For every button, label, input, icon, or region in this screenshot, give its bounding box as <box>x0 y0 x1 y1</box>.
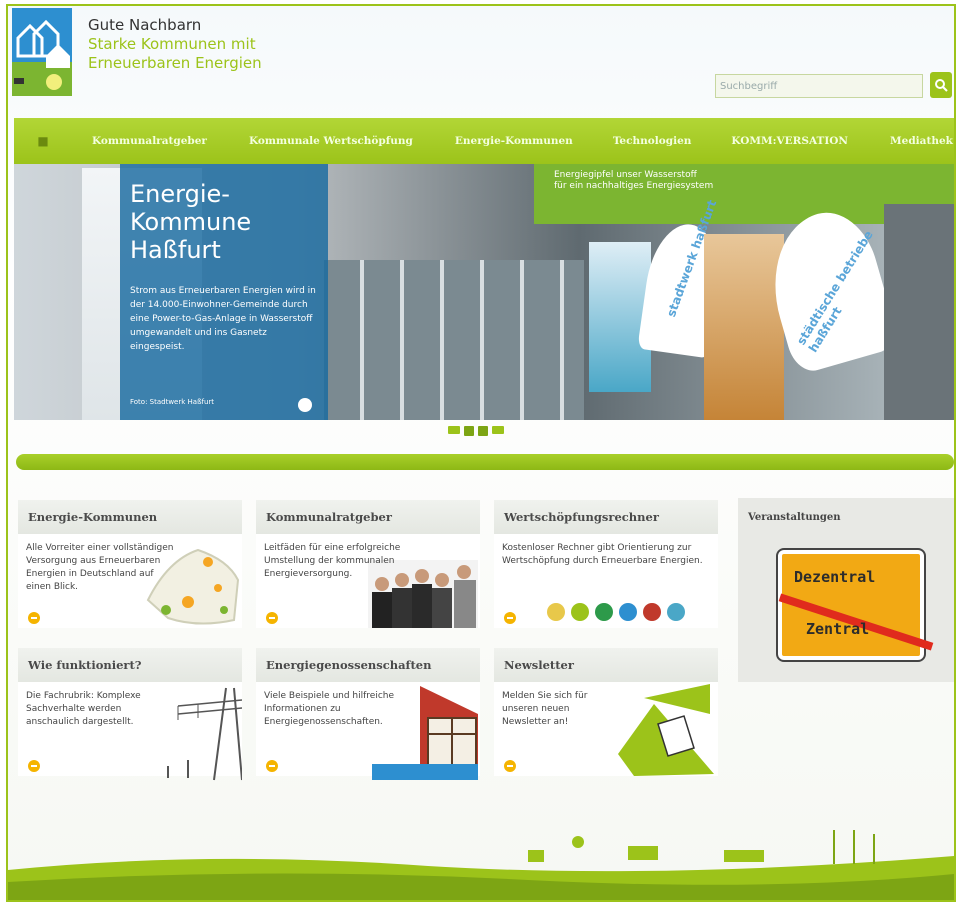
hero-image-poster <box>704 234 784 420</box>
card-wie-funktioniert[interactable]: Wie funktioniert? Die Fachrubrik: Komple… <box>18 648 242 788</box>
nav-item-mediathek[interactable]: Mediathek <box>890 135 953 147</box>
nav-item-technologien[interactable]: Technologien <box>613 135 692 147</box>
card-text: Alle Vorreiter einer vollständigen Verso… <box>26 543 174 592</box>
footer-landscape <box>8 830 954 900</box>
slider-dot[interactable] <box>492 426 504 434</box>
home-icon[interactable]: ■ <box>14 134 72 148</box>
arrow-icon[interactable] <box>266 612 278 624</box>
veranstaltungen-title: Veranstaltungen <box>748 512 841 523</box>
search-input[interactable]: Suchbegriff <box>715 74 923 98</box>
hero-headline: Energie- Kommune Haßfurt <box>130 180 252 264</box>
main-nav: ■ Kommunalratgeber Kommunale Wertschöpfu… <box>14 118 954 164</box>
arrow-icon[interactable] <box>266 760 278 772</box>
slider-dots <box>448 426 504 436</box>
search-button[interactable] <box>930 72 952 98</box>
nav-item-energie-kommunen[interactable]: Energie-Kommunen <box>455 135 573 147</box>
card-newsletter[interactable]: Newsletter Melden Sie sich für unseren n… <box>494 648 718 788</box>
arrow-icon[interactable] <box>28 612 40 624</box>
site-title[interactable]: Gute Nachbarn Starke Kommunen mit Erneue… <box>88 16 262 73</box>
site-title-line2: Starke Kommunen mit <box>88 35 256 53</box>
slider-dot[interactable] <box>464 426 474 436</box>
arrow-icon[interactable] <box>504 760 516 772</box>
veranstaltungen-box[interactable]: Veranstaltungen Dezentral Zentral <box>738 498 954 682</box>
hero-image-machine <box>324 260 584 420</box>
card-text: Kostenloser Rechner gibt Orientierung zu… <box>502 543 703 566</box>
card-text: Viele Beispiele und hilfreiche Informati… <box>264 691 395 727</box>
sign-top-text: Dezentral <box>794 568 876 586</box>
hero-text: Strom aus Erneuerbaren Energien wird in … <box>130 286 316 352</box>
energy-icons <box>547 603 685 621</box>
site-logo[interactable] <box>12 8 72 96</box>
hero-slider[interactable]: Energiegipfel unser Wasserstoff für ein … <box>14 164 954 420</box>
card-kommunalratgeber[interactable]: Kommunalratgeber Leitfäden für eine erfo… <box>256 500 480 640</box>
site-title-line3: Erneuerbaren Energien <box>88 54 262 72</box>
arrow-icon[interactable] <box>504 612 516 624</box>
search-placeholder: Suchbegriff <box>720 81 778 92</box>
slider-dot[interactable] <box>448 426 460 434</box>
search-icon <box>935 79 948 92</box>
decorative-bar <box>16 454 954 470</box>
page-frame: Gute Nachbarn Starke Kommunen mit Erneue… <box>6 4 956 902</box>
card-text: Leitfäden für eine erfolgreiche Umstellu… <box>264 543 401 579</box>
site-title-line1: Gute Nachbarn <box>88 16 202 34</box>
hero-caption: Energie- Kommune Haßfurt Strom aus Erneu… <box>120 164 328 420</box>
card-title: Kommunalratgeber <box>256 500 480 534</box>
hero-more-button[interactable] <box>298 398 312 412</box>
card-wertschoepfungsrechner[interactable]: Wertschöpfungsrechner Kostenloser Rechne… <box>494 500 718 640</box>
hero-credit: Foto: Stadtwerk Haßfurt <box>130 398 215 406</box>
arrow-icon[interactable] <box>28 760 40 772</box>
nav-item-kommunalratgeber[interactable]: Kommunalratgeber <box>92 135 207 147</box>
card-title: Energie-Kommunen <box>18 500 242 534</box>
nav-item-kommunale-wertschoepfung[interactable]: Kommunale Wertschöpfung <box>249 135 413 147</box>
sign-bottom-text: Zentral <box>806 620 870 638</box>
card-text: Die Fachrubrik: Komplexe Sachverhalte we… <box>26 691 141 727</box>
nav-item-kommversation[interactable]: KOMM:VERSATION <box>731 135 848 147</box>
card-title: Energiegenossenschaften <box>256 648 480 682</box>
card-title: Newsletter <box>494 648 718 682</box>
card-energie-kommunen[interactable]: Energie-Kommunen Alle Vorreiter einer vo… <box>18 500 242 640</box>
card-text: Melden Sie sich für unseren neuen Newsle… <box>502 691 588 727</box>
newsletter-thumbnail <box>618 684 714 776</box>
card-energiegenossenschaften[interactable]: Energiegenossenschaften Viele Beispiele … <box>256 648 480 788</box>
slider-dot[interactable] <box>478 426 488 436</box>
card-title: Wie funktioniert? <box>18 648 242 682</box>
hero-banner-text: Energiegipfel unser Wasserstoff für ein … <box>554 170 714 191</box>
town-sign-image: Dezentral Zentral <box>776 548 934 662</box>
card-title: Wertschöpfungsrechner <box>494 500 718 534</box>
hero-image-cabinet <box>884 204 954 420</box>
